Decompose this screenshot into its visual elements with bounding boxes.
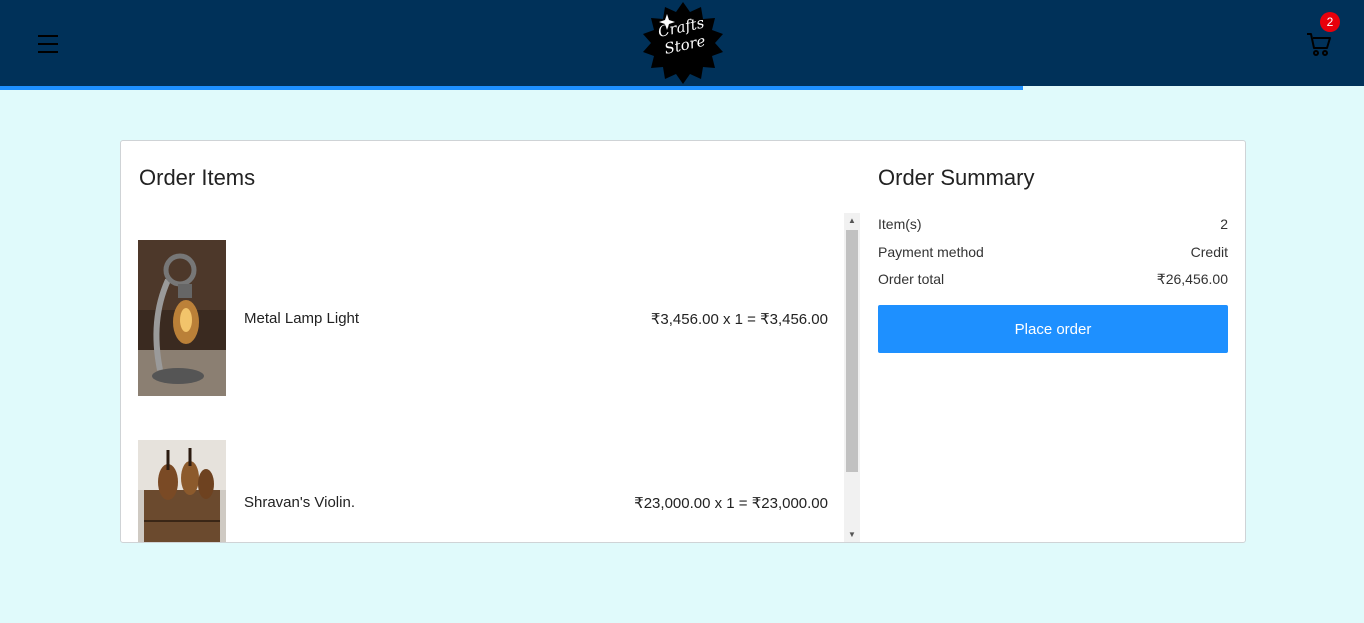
item-price: ₹3,456.00 x 1 = ₹3,456.00 (650, 311, 828, 328)
summary-label: Payment method (878, 244, 984, 260)
summary-value: Credit (1190, 244, 1228, 260)
shopping-cart-icon[interactable] (1305, 30, 1333, 58)
crafts-store-logo[interactable]: Crafts Store (640, 0, 726, 84)
summary-value: ₹26,456.00 (1156, 271, 1228, 287)
scroll-up-arrow-icon[interactable]: ▲ (844, 213, 860, 229)
summary-label: Order total (878, 271, 945, 287)
violin-image (138, 440, 226, 542)
summary-value: 2 (1220, 216, 1228, 232)
top-header: Crafts Store 2 (0, 0, 1364, 86)
summary-label: Item(s) (878, 216, 922, 232)
lamp-image (138, 240, 226, 396)
list-item: Metal Lamp Light ₹3,456.00 x 1 = ₹3,456.… (138, 240, 828, 396)
place-order-button[interactable]: Place order (878, 305, 1228, 353)
order-items-title: Order Items (139, 165, 256, 190)
order-items-list[interactable]: Metal Lamp Light ₹3,456.00 x 1 = ₹3,456.… (121, 213, 861, 542)
order-card: Order Items Metal Lamp Light ₹3,456.00 x… (120, 140, 1246, 543)
item-price: ₹23,000.00 x 1 = ₹23,000.00 (634, 495, 828, 512)
list-item: Shravan's Violin. ₹23,000.00 x 1 = ₹23,0… (138, 440, 828, 542)
order-summary-title: Order Summary (878, 165, 1035, 190)
item-name: Shravan's Violin. (244, 494, 355, 511)
scroll-down-arrow-icon[interactable]: ▼ (844, 527, 860, 542)
scrollbar-thumb[interactable] (846, 230, 858, 472)
item-name: Metal Lamp Light (244, 310, 360, 327)
page-progress-bar (0, 86, 1023, 90)
hamburger-menu-icon[interactable] (38, 35, 58, 53)
items-scrollbar[interactable]: ▲ ▼ (844, 213, 860, 542)
cart-count-badge: 2 (1320, 12, 1340, 32)
